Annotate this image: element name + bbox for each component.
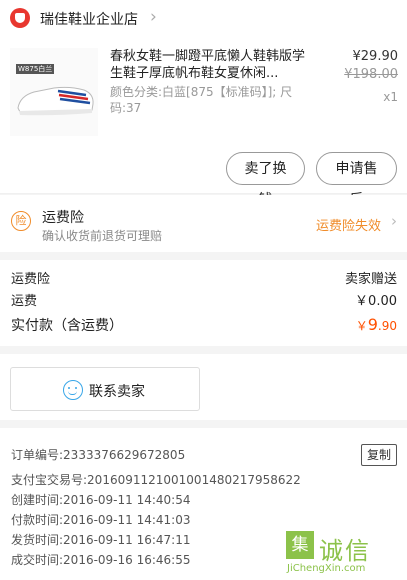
chevron-right-icon[interactable]: › xyxy=(150,7,157,27)
contact-section: 联系卖家 xyxy=(0,354,407,420)
order-number: 订单编号: 2333376629672805 xyxy=(11,448,186,462)
chevron-right-icon[interactable]: › xyxy=(391,212,397,230)
watermark: 集 诚信 JiChengXin.com xyxy=(283,531,399,577)
store-header[interactable]: 瑞佳鞋业企业店 › xyxy=(0,0,407,38)
paid-time: 付款时间: 2016-09-11 14:41:03 xyxy=(11,513,191,527)
total-amount: ￥9.90 xyxy=(356,315,397,334)
contact-seller-button[interactable]: 联系卖家 xyxy=(10,367,200,411)
product-price: ¥29.90 xyxy=(352,49,399,64)
alipay-trade-number: 支付宝交易号: 2016091121001001480217958622 xyxy=(11,473,301,487)
fee-label: 运费险 xyxy=(11,272,51,287)
total-label: 实付款（含运费） xyxy=(11,318,123,334)
resell-button[interactable]: 卖了换钱 xyxy=(226,152,305,207)
shipping-insurance[interactable]: 险 运费险 确认收货前退货可理赔 运费险失效 › xyxy=(0,195,407,252)
after-sale-button[interactable]: 申请售后 xyxy=(316,152,397,207)
store-logo-icon xyxy=(10,8,30,28)
insurance-title: 运费险 xyxy=(42,210,84,226)
insurance-icon: 险 xyxy=(11,211,31,231)
fee-summary: 运费险 卖家赠送 运费 ￥0.00 实付款（含运费） ￥9.90 xyxy=(0,260,407,346)
total-decimal: .90 xyxy=(377,319,397,333)
copy-button[interactable]: 复制 xyxy=(361,444,397,466)
thumbnail-tag: W875白兰 xyxy=(16,64,55,74)
product-item[interactable]: W875白兰 春秋女鞋一脚蹬平底懒人鞋韩版学生鞋子厚底帆布鞋女夏休闲... 颜色… xyxy=(0,38,407,142)
product-original-price: ¥198.00 xyxy=(344,67,398,82)
product-quantity: x1 xyxy=(383,90,398,104)
watermark-text: 诚信 xyxy=(319,537,371,565)
watermark-badge: 集 xyxy=(286,531,314,559)
created-time: 创建时间: 2016-09-11 14:40:54 xyxy=(11,493,191,507)
fee-label: 运费 xyxy=(11,294,38,309)
insurance-subtitle: 确认收货前退货可理赔 xyxy=(42,229,163,243)
chat-icon xyxy=(63,380,83,400)
order-actions: 卖了换钱 申请售后 xyxy=(0,142,407,207)
shipped-time: 发货时间: 2016-09-11 16:47:11 xyxy=(11,533,191,547)
store-name[interactable]: 瑞佳鞋业企业店 xyxy=(40,9,138,29)
insurance-status[interactable]: 运费险失效 xyxy=(316,215,381,234)
fee-value: ￥0.00 xyxy=(355,294,397,309)
product-thumbnail[interactable]: W875白兰 xyxy=(10,48,98,136)
completed-time: 成交时间: 2016-09-16 16:46:55 xyxy=(11,553,191,567)
fee-value: 卖家赠送 xyxy=(344,272,397,287)
shoe-image xyxy=(17,86,94,116)
product-spec: 颜色分类:白蓝[875【标准码】]; 尺码:37 xyxy=(110,85,293,115)
total-currency: ￥ xyxy=(355,319,368,333)
product-title[interactable]: 春秋女鞋一脚蹬平底懒人鞋韩版学生鞋子厚底帆布鞋女夏休闲... xyxy=(110,48,315,82)
contact-seller-label: 联系卖家 xyxy=(89,384,145,400)
watermark-url: JiChengXin.com xyxy=(287,563,366,574)
total-integer: 9 xyxy=(367,315,378,334)
